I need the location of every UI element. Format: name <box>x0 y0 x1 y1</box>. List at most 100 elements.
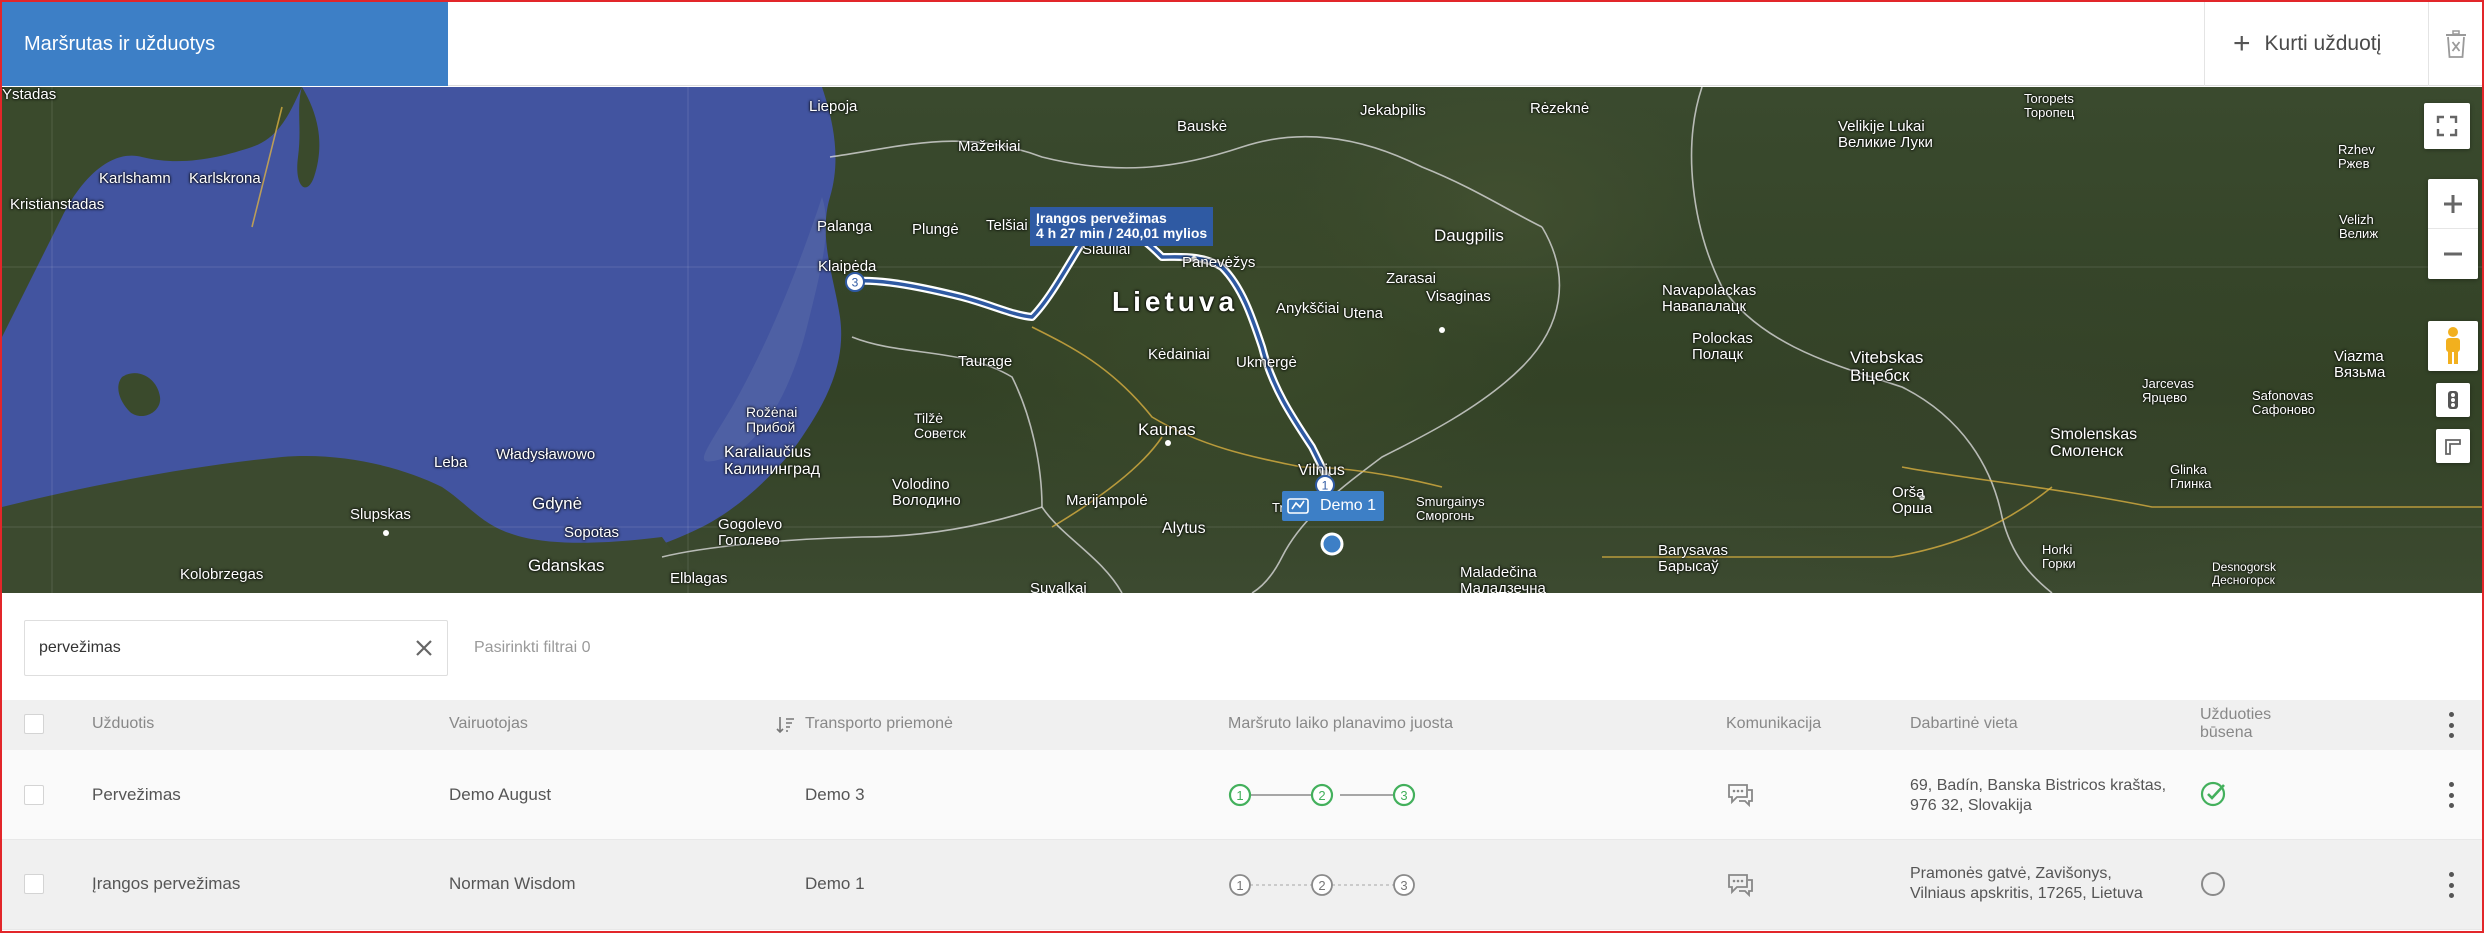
minus-icon <box>2444 252 2462 256</box>
map-label-daugpilis: Daugpilis <box>1434 226 1504 245</box>
street-view-button[interactable] <box>2428 321 2478 371</box>
vehicle-name: Demo 3 <box>805 785 865 804</box>
fullscreen-button[interactable] <box>2424 103 2470 149</box>
map-label-wladyslawowo: Władysławowo <box>496 446 596 463</box>
map-label-smurgainys: Smurgainys Сморгонь <box>1416 494 1485 523</box>
map-label-leba: Leba <box>434 454 468 471</box>
chat-icon[interactable] <box>1726 782 1754 808</box>
search-field[interactable] <box>24 620 448 676</box>
trash-icon <box>2445 30 2466 58</box>
column-header-task[interactable]: Užduotis <box>92 715 154 733</box>
timeline-stop-label: 3 <box>1400 878 1407 893</box>
row-checkbox[interactable] <box>24 785 44 805</box>
sort-icon[interactable] <box>776 715 796 735</box>
timeline-stop-label: 1 <box>1236 788 1243 803</box>
row-menu-icon[interactable] <box>2448 872 2454 898</box>
selected-filters-count: Pasirinkti filtrai 0 <box>474 639 591 656</box>
map-label-velikije-lukai: Velikije Lukai Великие Луки <box>1838 118 1933 151</box>
task-name: Pervežimas <box>92 785 181 804</box>
map-label-panevezys: Panevėžys <box>1182 254 1256 271</box>
current-location: Pramonės gatvė, Zavišonys, Vilniaus apsk… <box>1910 864 2143 904</box>
zoom-out-button[interactable] <box>2428 229 2478 279</box>
table-row[interactable]: Pervežimas Demo August Demo 3 1 2 3 69, … <box>2 750 2482 840</box>
column-header-communication[interactable]: Komunikacija <box>1726 715 1821 733</box>
map-label-rozenai: Rožėnai Прибой <box>746 404 798 435</box>
map-label-elblagas: Elblagas <box>670 570 728 587</box>
map-label-rezekne: Rėzeknė <box>1530 100 1590 117</box>
map-label-viazma: Viazma Вязьма <box>2334 348 2386 381</box>
map-label-karlskrona: Karlskrona <box>189 170 261 187</box>
column-header-driver[interactable]: Vairuotojas <box>449 715 528 733</box>
table-header: Užduotis Vairuotojas Transporto priemonė… <box>2 700 2482 750</box>
column-header-vehicle[interactable]: Transporto priemonė <box>805 715 953 733</box>
map-label-jarcevas: Jarcevas Ярцево <box>2142 376 2195 405</box>
route-map[interactable]: Liepoja Bauskė Jekabpilis Rėzeknė Torope… <box>2 87 2482 593</box>
map-label-ystad: Ystadas <box>2 87 57 103</box>
measure-button[interactable] <box>2436 429 2470 463</box>
timeline-stop-label: 2 <box>1318 788 1325 803</box>
vehicle-marker[interactable]: Demo 1 <box>1282 491 1385 521</box>
map-label-toropets: Toropets Торопец <box>2024 91 2075 120</box>
map-label-bauske: Bauskė <box>1177 118 1228 135</box>
map-label-visaginas: Visaginas <box>1426 288 1491 305</box>
route-timeline[interactable]: 1 2 3 <box>1228 782 1428 808</box>
task-name: Įrangos pervežimas <box>92 874 241 893</box>
map-label-rzhev: Rzhev Ржев <box>2338 142 2375 171</box>
current-location: 69, Badín, Banska Bistricos kraštas, 976… <box>1910 776 2166 816</box>
truck-icon <box>1287 498 1309 514</box>
map-label-smolenskas: Smolenskas Смоленск <box>2050 426 2138 460</box>
map-stop-marker-3[interactable]: 3 <box>844 271 866 293</box>
map-label-zarasai: Zarasai <box>1386 270 1437 287</box>
map-label-palanga: Palanga <box>817 218 873 235</box>
zoom-in-button[interactable] <box>2428 179 2478 229</box>
map-label-safonovas: Safonovas Сафоново <box>2252 388 2316 417</box>
map-label-glinka: Glinka Глинка <box>2170 462 2212 491</box>
clear-search-icon[interactable] <box>413 637 435 659</box>
map-label-telsiai: Telšiai <box>986 217 1028 234</box>
map-label-horki: Horki Горки <box>2042 542 2076 571</box>
map-label-gdanskas: Gdanskas <box>528 556 605 575</box>
route-tooltip-stats: 4 h 27 min / 240,01 mylios <box>1036 225 1208 242</box>
timeline-stop-label: 3 <box>1400 788 1407 803</box>
timeline-stop-label: 1 <box>1236 878 1243 893</box>
search-input[interactable] <box>39 639 399 657</box>
chat-icon[interactable] <box>1726 872 1754 898</box>
create-task-button[interactable]: + Kurti užduotį <box>2204 2 2428 86</box>
table-row[interactable]: Įrangos pervežimas Norman Wisdom Demo 1 … <box>2 840 2482 930</box>
create-task-label: Kurti užduotį <box>2264 32 2382 55</box>
row-checkbox[interactable] <box>24 874 44 894</box>
location-line1: Pramonės gatvė, Zavišonys, <box>1910 865 2112 882</box>
traffic-button[interactable] <box>2436 383 2470 417</box>
map-label-gogolevo: Gogolevo Гоголево <box>718 516 783 549</box>
zoom-controls <box>2428 179 2478 279</box>
map-label-kedainiai: Kėdainiai <box>1148 346 1210 363</box>
map-label-ukmerge: Ukmergė <box>1236 354 1297 371</box>
map-label-anyksciai: Anykščiai <box>1276 300 1340 317</box>
top-bar: Maršrutas ir užduotys + Kurti užduotį <box>0 0 2484 86</box>
svg-text:3: 3 <box>852 276 859 290</box>
driver-name: Norman Wisdom <box>449 874 576 893</box>
column-header-status[interactable]: Užduoties būsena <box>2200 706 2271 743</box>
columns-menu-icon[interactable] <box>2448 712 2454 738</box>
map-label-maladecina: Maladečina Маладзечна <box>1460 564 1546 593</box>
map-label-velizh: Velizh Велиж <box>2339 212 2379 241</box>
pegman-icon <box>2446 327 2460 364</box>
route-timeline[interactable]: 1 2 3 <box>1228 872 1428 898</box>
map-label-slupskas: Slupskas <box>350 506 411 523</box>
map-label-kaunas: Kaunas <box>1138 420 1196 439</box>
vehicle-name: Demo 1 <box>805 874 865 893</box>
column-header-location[interactable]: Dabartinė vieta <box>1910 715 2018 733</box>
ruler-icon <box>2445 439 2461 455</box>
map-label-karlshamn: Karlshamn <box>99 170 171 187</box>
traffic-light-icon <box>2448 391 2458 409</box>
select-all-checkbox[interactable] <box>24 714 44 734</box>
page-title: Maršrutas ir užduotys <box>2 2 448 86</box>
column-header-timeline[interactable]: Maršruto laiko planavimo juosta <box>1228 715 1453 733</box>
row-menu-icon[interactable] <box>2448 782 2454 808</box>
column-header-status-line1: Užduoties <box>2200 706 2272 723</box>
delete-button[interactable] <box>2428 2 2482 86</box>
map-label-kolobrzegas: Kolobrzegas <box>180 566 264 583</box>
fullscreen-icon <box>2436 115 2458 137</box>
map-label-mazeikiai: Mažeikiai <box>958 138 1021 155</box>
status-pending-icon <box>2201 872 2225 896</box>
